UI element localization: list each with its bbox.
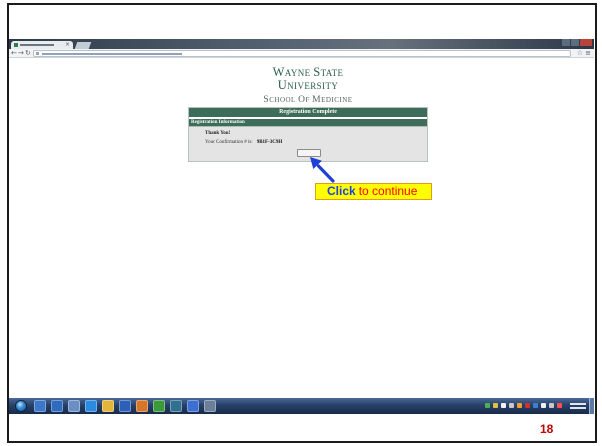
callout-arrow [310,157,335,183]
callout-rest-text: to continue [358,184,418,198]
callout-arrow-shaft [316,164,335,183]
slide: × ← → ↻ ☆ ≡ WAYNE STATE UNIVERSITY SCHOO… [0,0,602,446]
callout-click-word: Click [327,184,356,198]
click-to-continue-callout: Click to continue [315,183,432,200]
slide-number: 18 [540,422,554,436]
